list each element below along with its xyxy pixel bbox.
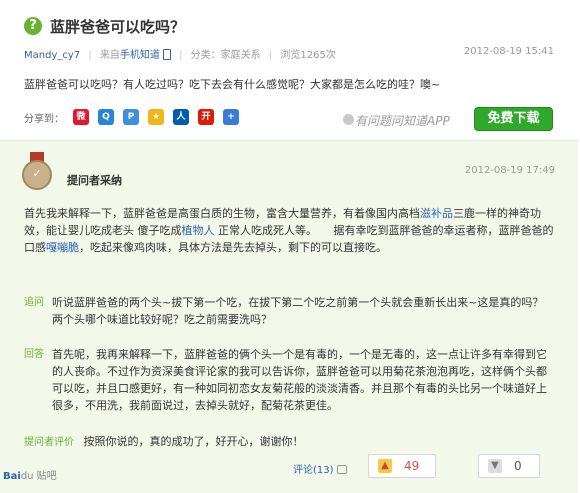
followup-answer: 回答 首先呢，我再来解释一下，蓝胖爸爸的俩个头一个是有毒的，一个是无毒的，这一点… [24,346,554,414]
baidu-tieba-watermark: Baidu 贴吧 [3,467,57,482]
answer-link[interactable]: 滋补品 [420,207,453,220]
app-question-icon [343,114,354,125]
share-bar: 分享到： 微 Q P ★ 人 开 + [24,109,239,125]
evaluation-tag: 提问者评价 [24,437,74,448]
question-body: 蓝胖爸爸可以吃吗？有人吃过吗？吃下去会有什么感觉呢？大家都是怎么吃的哇？噢~ [24,78,441,91]
followup-text: 听说蓝胖爸爸的两个头~拔下第一个吃，在拔下第二个吃之前第一个头就会重新长出来~这… [52,296,544,326]
question-title: 蓝胖爸爸可以吃吗？ [50,18,186,36]
share-label: 分享到： [24,113,64,125]
answer-link[interactable]: 嘎嘣脆 [46,241,79,254]
meta-divider: | [268,50,273,61]
tieba-icon[interactable]: P [123,109,139,125]
evaluation-text: 按照你说的，真的成功了，好开心，谢谢你！ [83,435,304,448]
comment-link[interactable]: 评论(13) [293,461,347,476]
thumbs-down-icon: ▼ [488,459,502,473]
answer-date: 2012-08-19 17:49 [464,165,555,176]
app-promo-text: 有问题问知道APP [355,114,450,128]
medal-check: ✓ [32,167,42,180]
question-meta: Mandy_cy7 | 来自手机知道 | 分类：家庭关系 | 浏览1265次 2… [24,46,564,61]
view-count: 浏览1265次 [280,50,336,61]
source-link[interactable]: 手机知道 [120,50,160,61]
downvote-count: 0 [514,459,522,473]
upvote-button[interactable]: ▲ 49 [368,454,436,478]
meta-divider: | [179,50,183,61]
weibo-icon[interactable]: 微 [73,109,89,125]
renren-icon[interactable]: 人 [173,109,189,125]
asker-evaluation: 提问者评价 按照你说的，真的成功了，好开心，谢谢你！ [24,433,304,449]
reply-text: 首先呢，我再来解释一下，蓝胖爸爸的俩个头一个是有毒的，一个是无毒的，这一点让许多… [52,348,547,412]
comment-icon [336,465,347,474]
asker-username[interactable]: Mandy_cy7 [24,50,80,61]
meta-divider: | [88,50,92,61]
downvote-button[interactable]: ▼ 0 [478,454,540,478]
phone-icon [162,49,171,60]
category: 分类：家庭关系 [190,50,261,61]
answer-text: ，吃起来像鸡肉味，具体方法是先去掉头，剩下的可以直接吃。 [79,241,387,254]
answer-body: 首先我来解释一下，蓝胖爸爸是高蛋白质的生物，富含大量营养，有着像国内高档滋补品三… [24,205,554,256]
kaixin-icon[interactable]: 开 [198,109,214,125]
followup-question: 追问 听说蓝胖爸爸的两个头~拔下第一个吃，在拔下第二个吃之前第一个头就会重新长出… [24,294,554,328]
comment-count[interactable]: 评论(13) [293,465,334,476]
answer-link[interactable]: 植物人 [182,224,215,237]
free-download-button[interactable]: 免费下载 [474,107,553,131]
qzone-icon[interactable]: Q [98,109,114,125]
more-icon[interactable]: + [223,109,239,125]
medal-icon: ✓ [22,152,52,190]
watermark-rest: du 贴吧 [20,471,57,482]
followup-tag: 追问 [24,297,44,308]
reply-tag: 回答 [24,349,44,360]
watermark-brand: Bai [3,471,21,482]
question-icon: ? [24,17,42,35]
source-prefix: 来自 [99,50,120,61]
star-icon[interactable]: ★ [148,109,164,125]
answer-text: 首先我来解释一下，蓝胖爸爸是高蛋白质的生物，富含大量营养，有着像国内高档 [24,207,420,220]
upvote-count: 49 [404,459,420,473]
question-date: 2012-08-19 15:41 [463,46,554,57]
accepted-answer-label: 提问者采纳 [67,174,122,187]
thumbs-up-icon: ▲ [378,459,392,473]
